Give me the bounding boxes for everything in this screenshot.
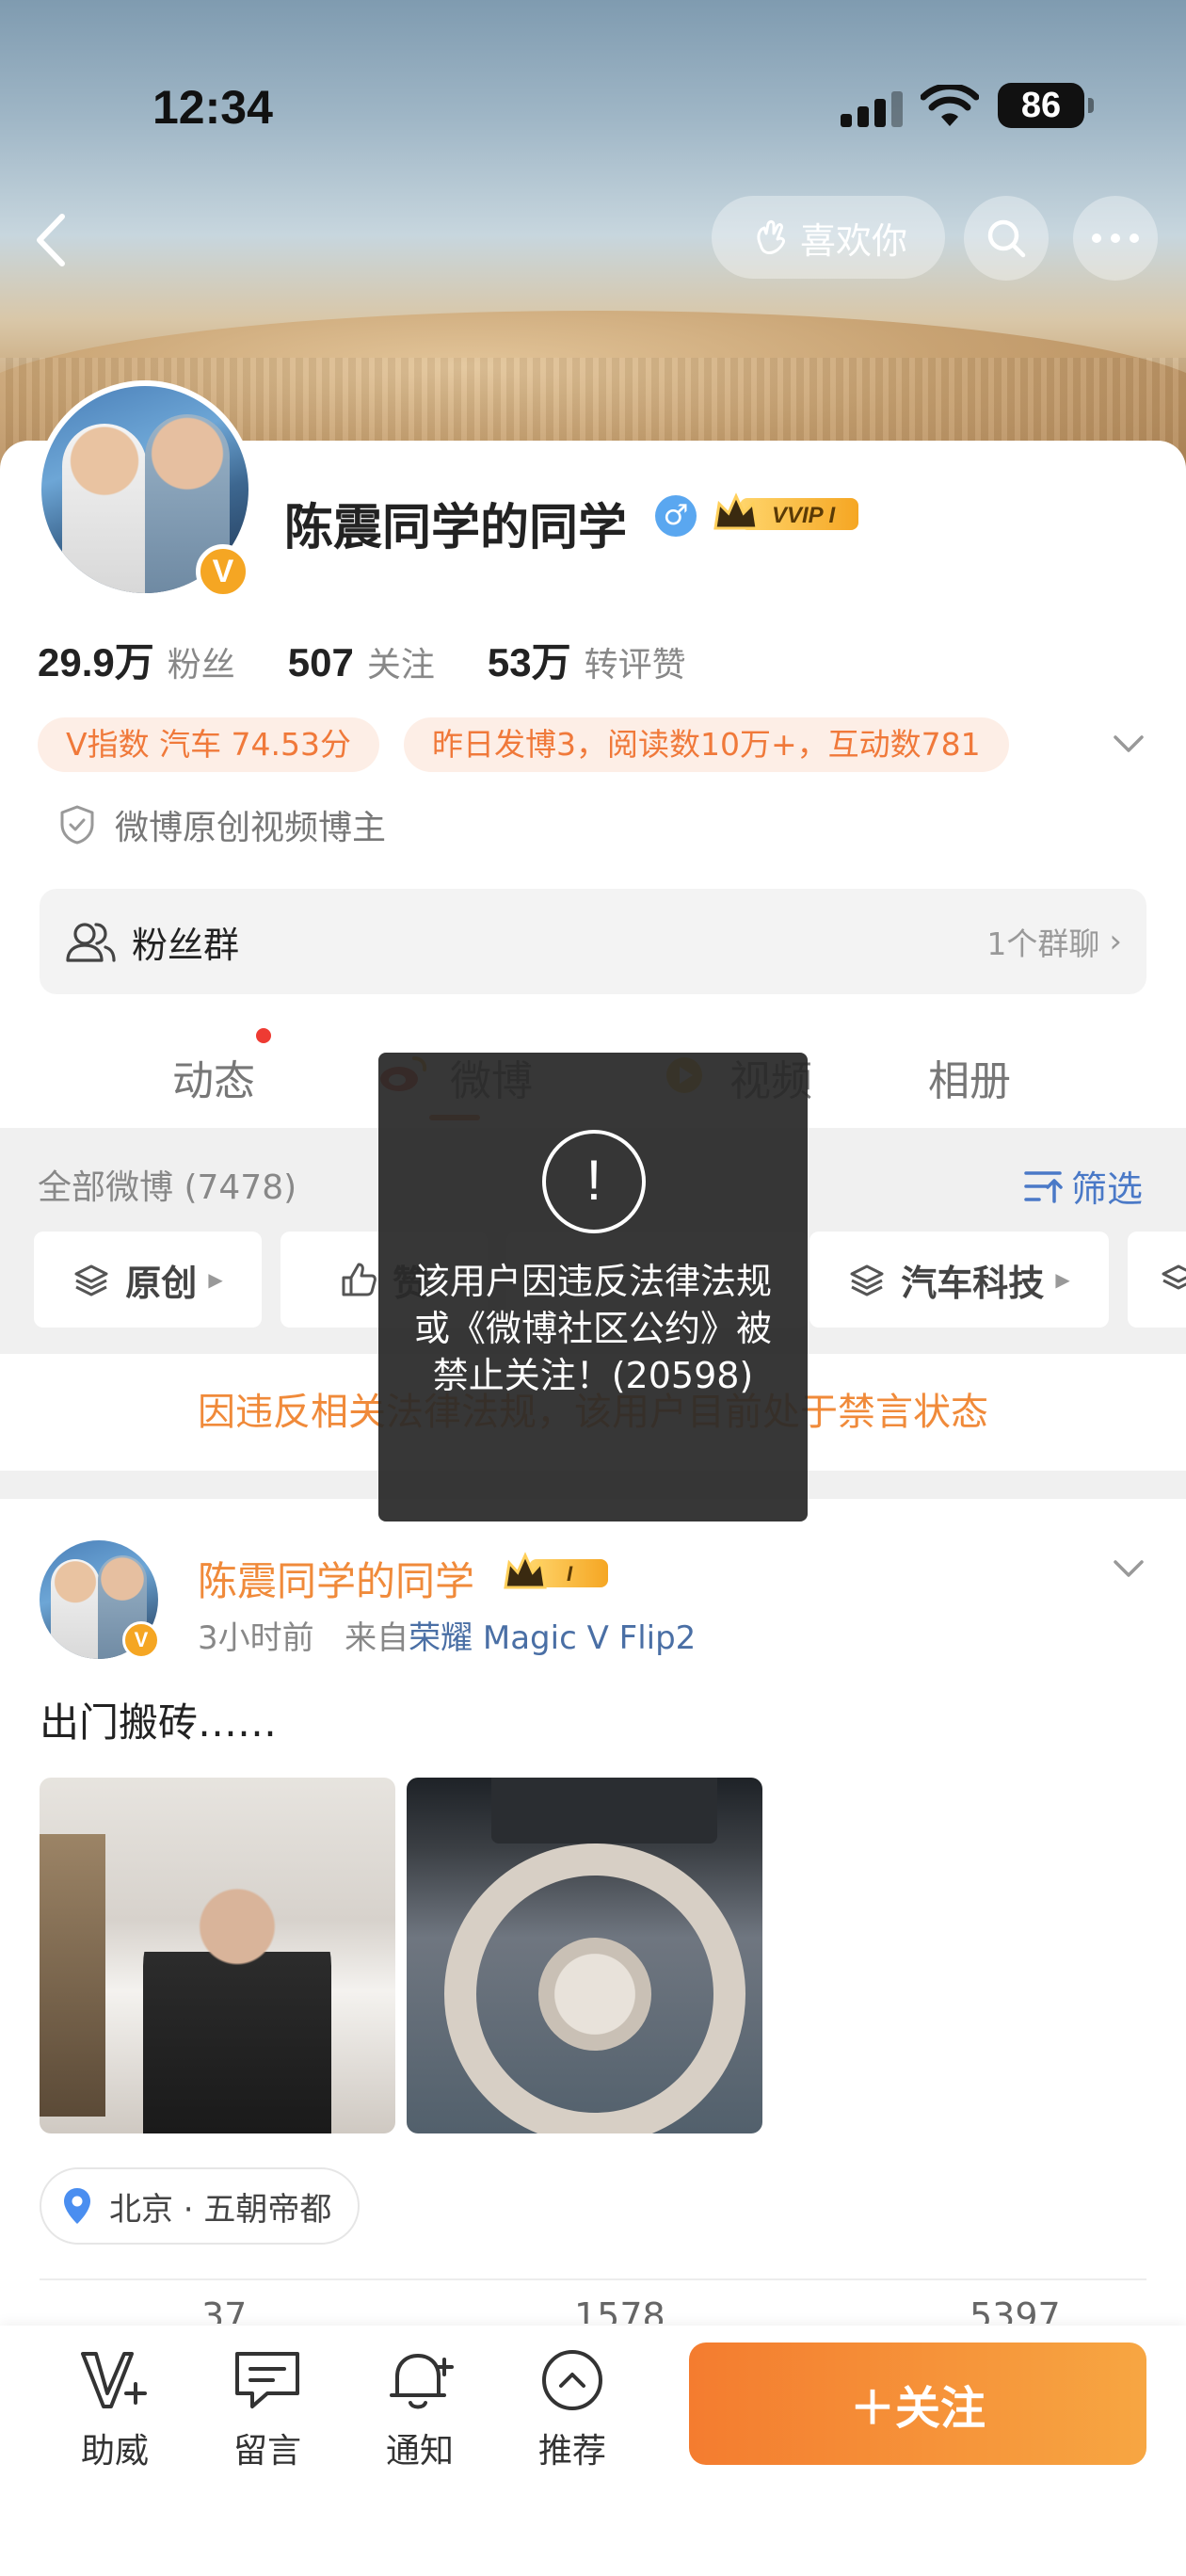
bell-plus-icon xyxy=(390,2354,454,2409)
layers-icon xyxy=(74,1264,108,1296)
cheer-button[interactable]: 助威 xyxy=(58,2346,171,2472)
cheer-label: 助威 xyxy=(80,2432,149,2471)
filter-button[interactable]: 筛选 xyxy=(1022,1160,1143,1212)
verification-row[interactable]: 微博原创视频博主 xyxy=(58,800,386,849)
recommend-up-icon xyxy=(542,2350,602,2410)
search-button[interactable] xyxy=(964,196,1049,281)
recommend-button[interactable]: 推荐 xyxy=(516,2346,629,2472)
search-icon xyxy=(987,219,1026,258)
filter-icon xyxy=(1024,1170,1063,1203)
chip-auto-tech[interactable]: 汽车科技 ▶ xyxy=(809,1232,1109,1328)
fans-group-row[interactable]: 粉丝群 1个群聊 › xyxy=(40,889,1146,994)
vvip-crown-badge[interactable]: VVIP I xyxy=(712,491,866,536)
post-image-selfie[interactable] xyxy=(40,1778,395,2133)
fans-count[interactable]: 29.9万 xyxy=(38,631,154,688)
vvip-label: VVIP I xyxy=(772,503,836,528)
following-count[interactable]: 507 xyxy=(288,640,354,685)
group-people-icon xyxy=(66,923,116,962)
crown-label: I xyxy=(567,1562,573,1586)
chip-original[interactable]: 原创 ▶ xyxy=(34,1232,262,1328)
like-count[interactable]: 5397 xyxy=(970,2295,1061,2324)
follow-button[interactable]: ＋关注 xyxy=(689,2343,1146,2465)
post-time: 3小时前 xyxy=(198,1619,314,1657)
status-bar: 12:34 86 xyxy=(0,0,1186,217)
expand-chevron-icon[interactable] xyxy=(1113,733,1145,755)
comment-count[interactable]: 1578 xyxy=(574,2295,665,2324)
post-from-label: 来自 xyxy=(345,1619,409,1657)
battery-indicator: 86 xyxy=(998,83,1094,128)
cellular-signal-icon xyxy=(841,89,906,127)
tab-dynamic[interactable]: 动态 xyxy=(172,1047,255,1107)
chevron-right-icon: › xyxy=(1109,923,1122,960)
chip-auto-tech-label: 汽车科技 xyxy=(901,1262,1045,1304)
chip-more[interactable] xyxy=(1128,1232,1186,1328)
profile-stats: 29.9万 粉丝 507 关注 53万 转评赞 xyxy=(38,631,739,688)
back-arrow-icon[interactable] xyxy=(28,207,75,273)
message-button[interactable]: 留言 xyxy=(211,2346,324,2472)
profile-name: 陈震同学的同学 xyxy=(284,500,628,556)
all-weibo-count[interactable]: 全部微博 (7478) xyxy=(38,1160,296,1209)
error-toast: ! 该用户因违反法律法规或《微博社区公约》被禁止关注！(20598) xyxy=(378,1053,808,1521)
location-pin-icon xyxy=(64,2188,90,2224)
status-time: 12:34 xyxy=(152,81,273,134)
unread-dot xyxy=(256,1028,271,1043)
profile-tags: V指数 汽车 74.53分 昨日发博3，阅读数10万+，互动数781 xyxy=(38,717,1034,772)
shield-check-icon xyxy=(60,805,94,845)
chip-original-label: 原创 xyxy=(125,1262,198,1304)
notify-label: 通知 xyxy=(385,2432,454,2471)
male-gender-icon: ♂ xyxy=(655,495,697,537)
post-source[interactable]: 荣耀 Magic V Flip2 xyxy=(409,1619,696,1657)
wifi-icon xyxy=(921,85,979,126)
fans-group-label: 粉丝群 xyxy=(132,924,240,966)
crown-badge-icon[interactable]: I xyxy=(503,1552,614,1593)
filter-label: 筛选 xyxy=(1071,1168,1144,1210)
fans-label[interactable]: 粉丝 xyxy=(168,637,235,686)
post-divider xyxy=(40,2278,1146,2280)
toast-message: 该用户因违反法律法规或《微博社区公约》被禁止关注！(20598) xyxy=(413,1261,772,1396)
thumbs-up-icon xyxy=(342,1263,377,1296)
repost-count[interactable]: 37 xyxy=(201,2295,247,2324)
tab-album[interactable]: 相册 xyxy=(928,1047,1011,1107)
layers-icon xyxy=(850,1264,884,1296)
more-button[interactable] xyxy=(1073,196,1158,281)
post-meta: 3小时前 来自荣耀 Magic V Flip2 xyxy=(198,1612,696,1658)
recommend-label: 推荐 xyxy=(537,2432,606,2471)
verification-label: 微博原创视频博主 xyxy=(115,809,387,847)
post-text: 出门搬砖…… xyxy=(40,1699,278,1746)
message-label: 留言 xyxy=(232,2432,301,2471)
layers-icon xyxy=(1162,1264,1186,1290)
post-verified-badge: V xyxy=(122,1621,160,1659)
engagement-label: 转评赞 xyxy=(584,646,686,684)
cheer-v-icon xyxy=(81,2352,147,2408)
more-dots-icon xyxy=(1092,233,1139,243)
activity-tag[interactable]: 昨日发博3，阅读数10万+，互动数781 xyxy=(404,717,1009,772)
location-tag[interactable]: 北京 · 五朝帝都 xyxy=(40,2167,361,2245)
notify-button[interactable]: 通知 xyxy=(363,2346,476,2472)
like-you-button[interactable]: 喜欢你 xyxy=(712,196,945,279)
location-label: 北京 · 五朝帝都 xyxy=(109,2190,332,2229)
chat-bubble-icon xyxy=(235,2352,299,2408)
hand-wave-icon xyxy=(757,220,785,254)
post-author-name[interactable]: 陈震同学的同学 xyxy=(198,1550,474,1607)
group-chat-count: 1个群聊 xyxy=(986,926,1100,962)
post-menu-chevron-icon[interactable] xyxy=(1113,1557,1145,1580)
verified-v-badge: V xyxy=(196,544,250,599)
exclamation-icon: ! xyxy=(542,1130,646,1233)
post-actions: 37 1578 5397 xyxy=(0,2295,1186,2324)
like-you-label: 喜欢你 xyxy=(799,219,907,262)
v-index-tag[interactable]: V指数 汽车 74.53分 xyxy=(38,717,380,772)
post-image-steering-wheel[interactable] xyxy=(407,1778,762,2133)
following-label[interactable]: 关注 xyxy=(367,637,435,686)
engagement-count: 53万 xyxy=(487,640,571,684)
